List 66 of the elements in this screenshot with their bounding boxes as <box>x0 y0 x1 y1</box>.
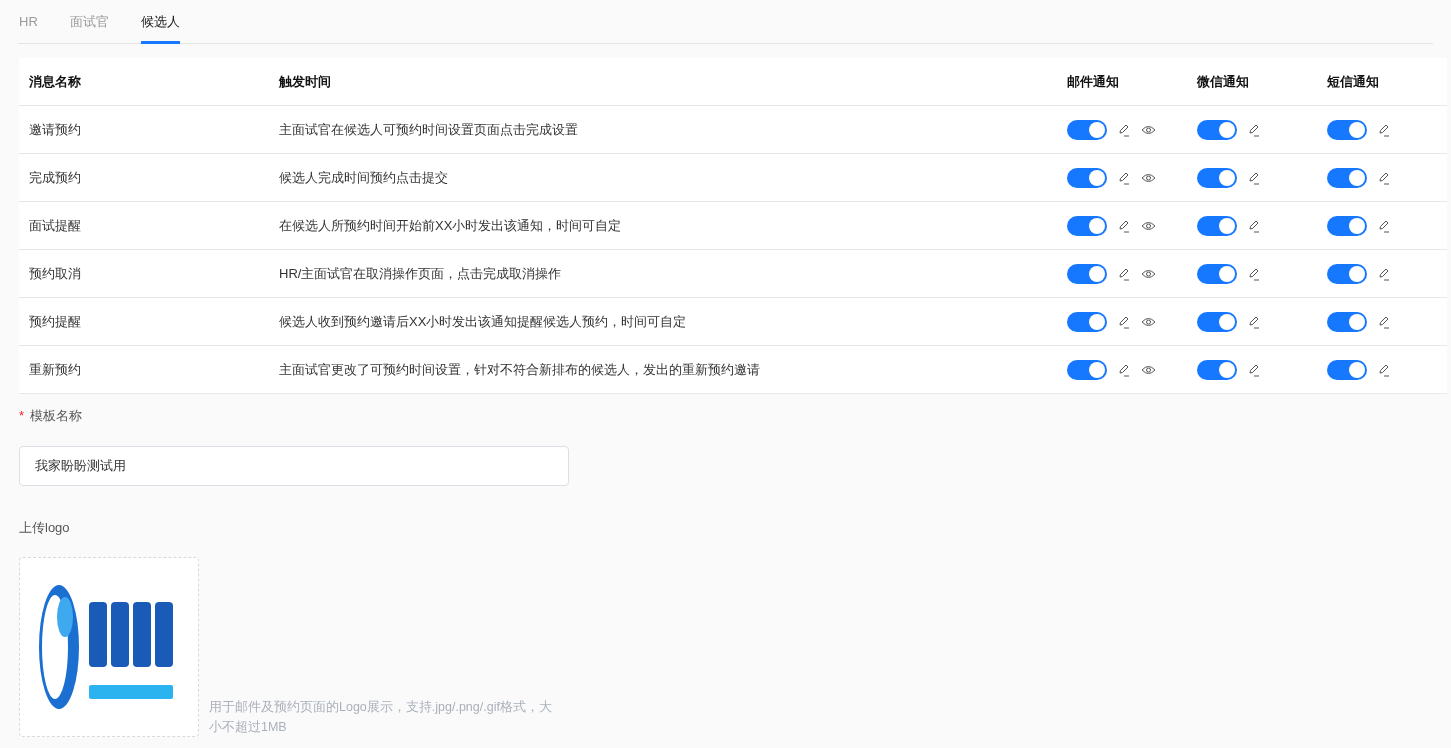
toggle-switch[interactable] <box>1327 263 1367 284</box>
edit-icon[interactable] <box>1117 218 1131 233</box>
message-name: 预约提醒 <box>29 313 81 329</box>
message-name: 完成预约 <box>29 169 81 185</box>
trigger-description: 候选人收到预约邀请后XX小时发出该通知提醒候选人预约，时间可自定 <box>279 313 687 329</box>
preview-eye-icon[interactable] <box>1141 268 1156 279</box>
logo-upload-box[interactable] <box>19 557 199 737</box>
toggle-switch[interactable] <box>1197 311 1237 332</box>
toggle-switch[interactable] <box>1197 215 1237 236</box>
edit-icon[interactable] <box>1377 218 1391 233</box>
trigger-description: 在候选人所预约时间开始前XX小时发出该通知，时间可自定 <box>279 217 622 233</box>
edit-icon[interactable] <box>1377 362 1391 377</box>
edit-icon[interactable] <box>1377 266 1391 281</box>
column-header: 消息名称 <box>29 73 81 89</box>
toggle-switch[interactable] <box>1327 311 1367 332</box>
edit-icon[interactable] <box>1377 170 1391 185</box>
toggle-switch[interactable] <box>1327 167 1367 188</box>
toggle-switch[interactable] <box>1327 359 1367 380</box>
edit-icon[interactable] <box>1247 170 1261 185</box>
edit-icon[interactable] <box>1117 362 1131 377</box>
trigger-description: HR/主面试官在取消操作页面，点击完成取消操作 <box>279 265 562 281</box>
column-header: 短信通知 <box>1327 73 1379 89</box>
toggle-switch[interactable] <box>1067 311 1107 332</box>
column-header: 触发时间 <box>279 73 331 89</box>
message-name: 邀请预约 <box>29 121 81 137</box>
trigger-description: 候选人完成时间预约点击提交 <box>279 169 448 185</box>
message-name: 预约取消 <box>29 265 81 281</box>
toggle-switch[interactable] <box>1067 359 1107 380</box>
required-mark: * <box>19 407 25 425</box>
preview-eye-icon[interactable] <box>1141 124 1156 135</box>
trigger-description: 主面试官更改了可预约时间设置，针对不符合新排布的候选人，发出的重新预约邀请 <box>279 361 760 377</box>
template-name-field[interactable]: 我家盼盼测试用 <box>19 445 569 486</box>
edit-icon[interactable] <box>1247 218 1261 233</box>
preview-eye-icon[interactable] <box>1141 172 1156 183</box>
field-label: 模板名称 <box>30 407 83 425</box>
edit-icon[interactable] <box>1117 122 1131 137</box>
preview-eye-icon[interactable] <box>1141 316 1156 327</box>
column-header: 微信通知 <box>1197 73 1249 89</box>
edit-icon[interactable] <box>1117 170 1131 185</box>
upload-hint: 用于邮件及预约页面的Logo展示，支持.jpg/.png/.gif格式，大小不超过1MB <box>209 699 553 736</box>
message-name: 面试提醒 <box>29 217 81 233</box>
edit-icon[interactable] <box>1117 266 1131 281</box>
edit-icon[interactable] <box>1247 314 1261 329</box>
edit-icon[interactable] <box>1247 266 1261 281</box>
field-label: 上传logo <box>19 519 70 535</box>
toggle-switch[interactable] <box>1067 167 1107 188</box>
trigger-description: 主面试官在候选人可预约时间设置页面点击完成设置 <box>279 121 578 137</box>
toggle-switch[interactable] <box>1327 119 1367 140</box>
preview-eye-icon[interactable] <box>1141 220 1156 231</box>
toggle-switch[interactable] <box>1197 359 1237 380</box>
message-name: 重新预约 <box>29 361 81 377</box>
column-header: 邮件通知 <box>1067 73 1119 89</box>
preview-eye-icon[interactable] <box>1141 364 1156 375</box>
edit-icon[interactable] <box>1117 314 1131 329</box>
edit-icon[interactable] <box>1247 122 1261 137</box>
toggle-switch[interactable] <box>1327 215 1367 236</box>
toggle-switch[interactable] <box>1067 215 1107 236</box>
toggle-switch[interactable] <box>1197 119 1237 140</box>
toggle-switch[interactable] <box>1067 263 1107 284</box>
edit-icon[interactable] <box>1377 122 1391 137</box>
edit-icon[interactable] <box>1247 362 1261 377</box>
toggle-switch[interactable] <box>1197 263 1237 284</box>
toggle-switch[interactable] <box>1067 119 1107 140</box>
toggle-switch[interactable] <box>1197 167 1237 188</box>
tab[interactable]: 候选人 <box>140 11 180 44</box>
edit-icon[interactable] <box>1377 314 1391 329</box>
